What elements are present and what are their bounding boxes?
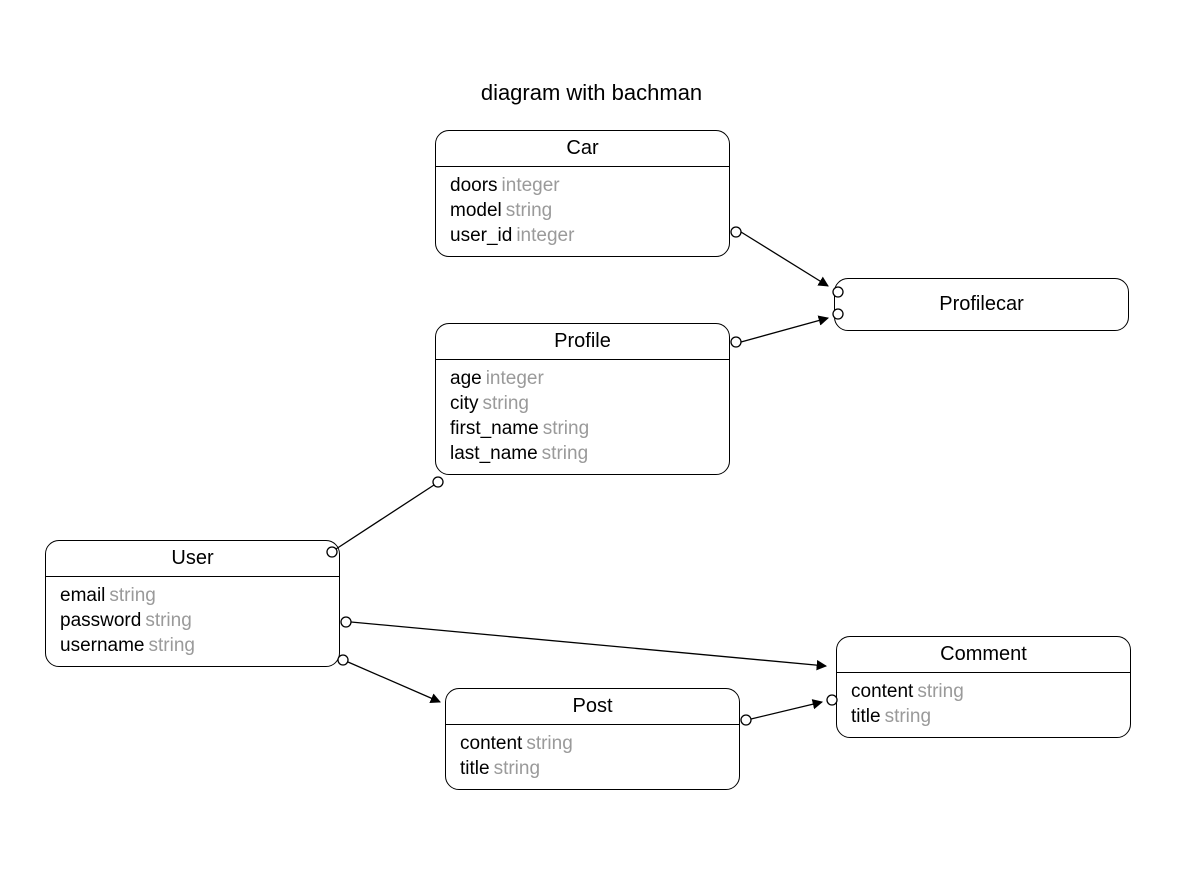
entity-comment-header: Comment: [837, 637, 1130, 673]
rel-profile-profilecar: [731, 309, 843, 347]
entity-attr: titlestring: [460, 756, 725, 781]
rel-user-comment: [341, 617, 826, 666]
entity-attr: usernamestring: [60, 633, 325, 658]
entity-attr: doorsinteger: [450, 173, 715, 198]
entity-car: Car doorsinteger modelstring user_idinte…: [435, 130, 730, 257]
entity-attr: titlestring: [851, 704, 1116, 729]
entity-profile: Profile ageinteger citystring first_name…: [435, 323, 730, 475]
entity-post: Post contentstring titlestring: [445, 688, 740, 790]
entity-profilecar: Profilecar: [834, 278, 1129, 331]
entity-attr: citystring: [450, 391, 715, 416]
diagram-title: diagram with bachman: [0, 80, 1183, 106]
entity-attr: contentstring: [460, 731, 725, 756]
entity-comment: Comment contentstring titlestring: [836, 636, 1131, 738]
entity-user: User emailstring passwordstring username…: [45, 540, 340, 667]
entity-attr: modelstring: [450, 198, 715, 223]
entity-profile-body: ageinteger citystring first_namestring l…: [436, 360, 729, 474]
entity-car-body: doorsinteger modelstring user_idinteger: [436, 167, 729, 256]
entity-profilecar-header: Profilecar: [835, 279, 1128, 330]
entity-car-header: Car: [436, 131, 729, 167]
rel-post-comment: [741, 695, 837, 725]
entity-attr: first_namestring: [450, 416, 715, 441]
entity-attr: emailstring: [60, 583, 325, 608]
rel-user-post: [338, 655, 440, 702]
entity-profile-header: Profile: [436, 324, 729, 360]
entity-attr: passwordstring: [60, 608, 325, 633]
entity-attr: contentstring: [851, 679, 1116, 704]
entity-attr: user_idinteger: [450, 223, 715, 248]
entity-comment-body: contentstring titlestring: [837, 673, 1130, 737]
entity-post-header: Post: [446, 689, 739, 725]
rel-car-profilecar: [731, 227, 843, 297]
entity-user-body: emailstring passwordstring usernamestrin…: [46, 577, 339, 666]
entity-post-body: contentstring titlestring: [446, 725, 739, 789]
entity-user-header: User: [46, 541, 339, 577]
rel-user-profile: [327, 477, 443, 557]
entity-attr: last_namestring: [450, 441, 715, 466]
entity-attr: ageinteger: [450, 366, 715, 391]
